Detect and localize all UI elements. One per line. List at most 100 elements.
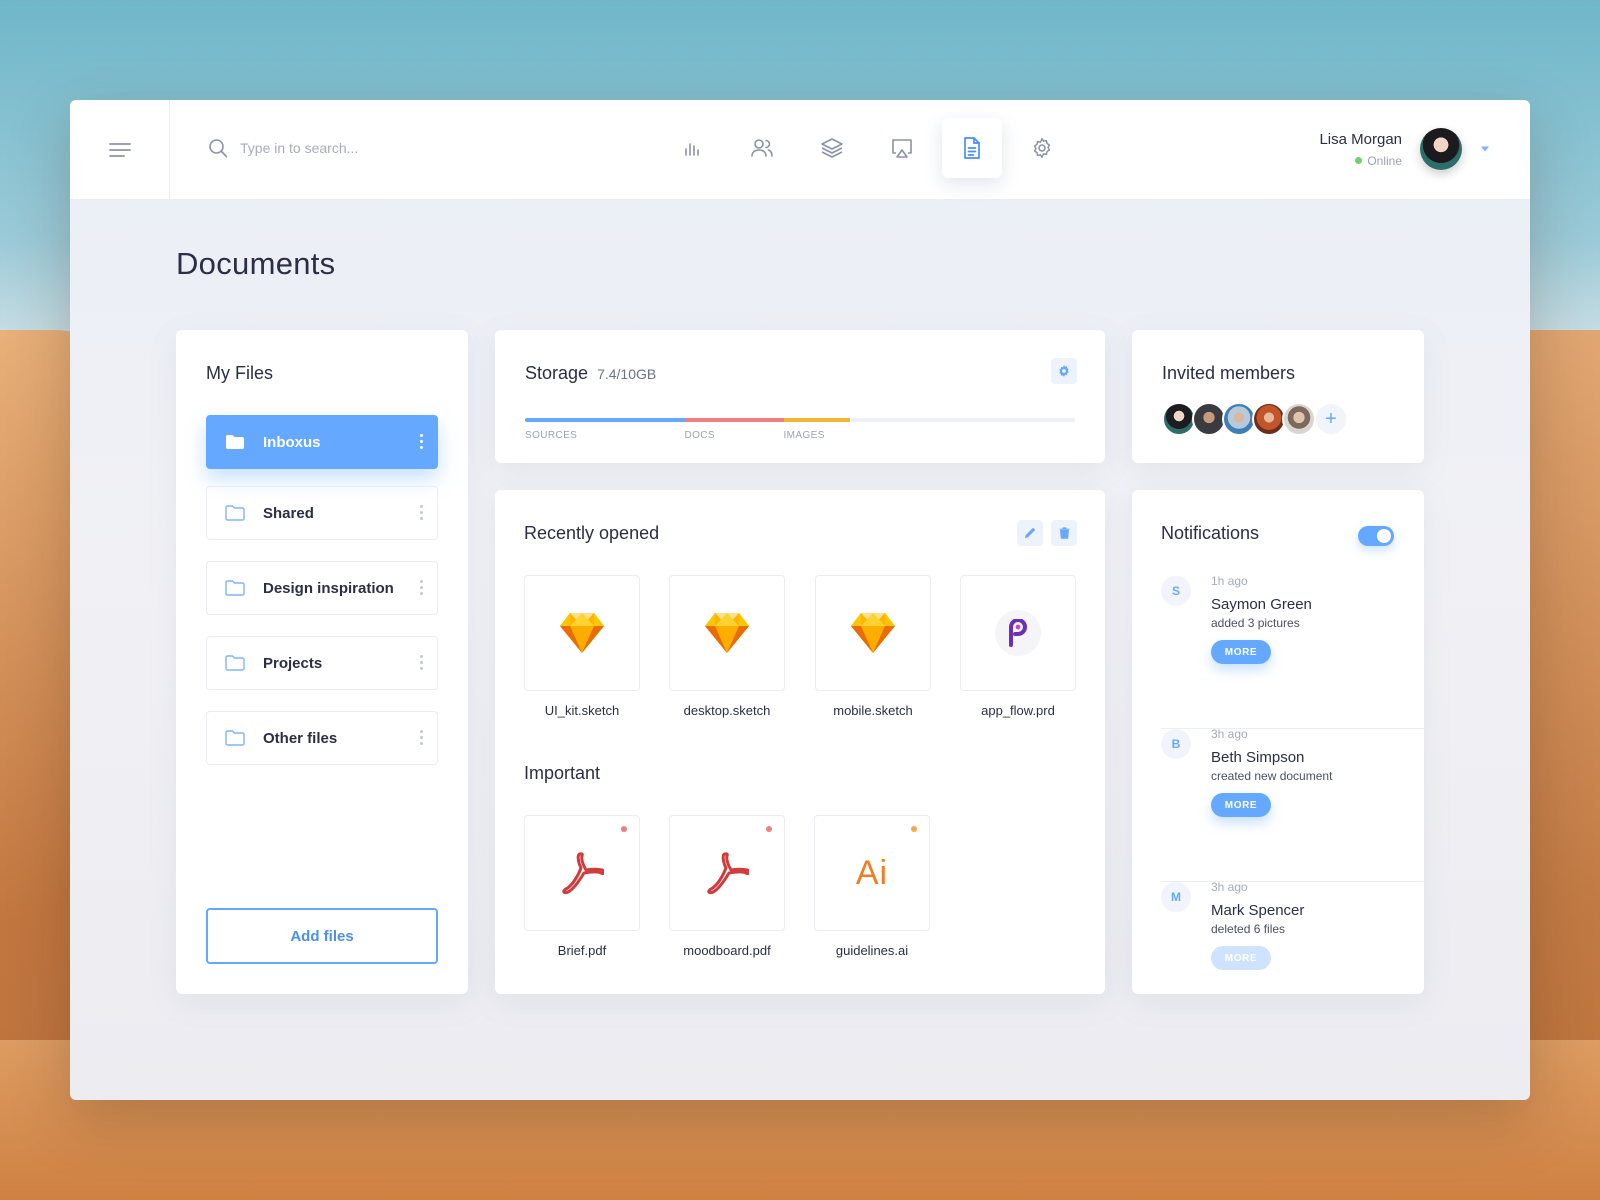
storage-title: Storage 7.4/10GB <box>525 363 656 384</box>
storage-segment-label: SOURCES <box>525 430 578 441</box>
storage-legend: SOURCES DOCS IMAGES <box>525 430 1075 444</box>
more-options-icon[interactable] <box>420 434 423 449</box>
nav-users[interactable] <box>732 118 792 178</box>
important-marker <box>766 826 772 832</box>
notification-avatar: M <box>1161 882 1191 912</box>
menu-button[interactable] <box>70 100 170 200</box>
hamburger-icon <box>108 143 131 157</box>
member-avatar[interactable] <box>1222 402 1256 436</box>
folder-item-inboxus[interactable]: Inboxus <box>206 415 438 469</box>
folder-label: Projects <box>263 654 323 672</box>
storage-segment-images <box>783 418 850 422</box>
file-name: moodboard.pdf <box>683 943 771 958</box>
sketch-icon <box>560 613 604 653</box>
folder-item-shared[interactable]: Shared <box>206 486 438 540</box>
file-name: UI_kit.sketch <box>544 703 620 718</box>
notification-time: 3h ago <box>1211 880 1248 894</box>
notification-user: Beth Simpson <box>1211 749 1305 766</box>
invited-members-card: Invited members + <box>1132 330 1424 463</box>
nav-settings[interactable] <box>1012 118 1072 178</box>
notification-time: 1h ago <box>1211 574 1248 588</box>
folder-item-design-inspiration[interactable]: Design inspiration <box>206 561 438 615</box>
notifications-title: Notifications <box>1161 523 1260 543</box>
more-options-icon[interactable] <box>420 655 423 670</box>
file-thumbnail <box>669 575 785 691</box>
file-tile[interactable]: Brief.pdf <box>524 815 640 958</box>
chevron-down-icon[interactable] <box>1480 145 1490 153</box>
folder-item-projects[interactable]: Projects <box>206 636 438 690</box>
more-button[interactable]: MORE <box>1211 793 1271 817</box>
delete-button[interactable] <box>1051 520 1077 546</box>
user-menu[interactable]: Lisa Morgan Online <box>1319 128 1490 170</box>
member-avatar[interactable] <box>1282 402 1316 436</box>
file-tile[interactable]: UI_kit.sketch <box>524 575 640 718</box>
member-avatar[interactable] <box>1192 402 1226 436</box>
add-member-button[interactable]: + <box>1314 402 1348 436</box>
folder-item-other-files[interactable]: Other files <box>206 711 438 765</box>
airplay-icon <box>892 139 912 158</box>
nav-airplay[interactable] <box>872 118 932 178</box>
file-thumbnail: Ai <box>814 815 930 931</box>
nav-stats[interactable] <box>662 118 722 178</box>
document-icon <box>964 137 980 159</box>
main-nav <box>662 118 1072 178</box>
files-card: Recently opened UI_kit.sketch desktop.sk… <box>495 490 1105 994</box>
more-button[interactable]: MORE <box>1211 640 1271 664</box>
folder-label: Other files <box>263 729 338 747</box>
file-name: Brief.pdf <box>557 943 607 958</box>
storage-usage-bar <box>525 418 1075 422</box>
file-thumbnail <box>524 575 640 691</box>
folder-icon <box>225 580 245 596</box>
app-window: Lisa Morgan Online Documents My Files In… <box>70 100 1530 1100</box>
nav-layers[interactable] <box>802 118 862 178</box>
edit-button[interactable] <box>1017 520 1043 546</box>
my-files-title: My Files <box>206 363 273 383</box>
notification-action: deleted 6 files <box>1211 922 1286 936</box>
file-tile[interactable]: mobile.sketch <box>815 575 931 718</box>
nav-documents[interactable] <box>942 118 1002 178</box>
folder-icon <box>225 505 245 521</box>
more-options-icon[interactable] <box>420 505 423 520</box>
more-button[interactable]: MORE <box>1211 946 1271 970</box>
search-icon[interactable] <box>208 138 228 158</box>
folder-icon <box>225 655 245 671</box>
file-tile[interactable]: Ai guidelines.ai <box>814 815 930 958</box>
member-avatars: + <box>1162 402 1348 436</box>
important-title: Important <box>524 763 601 783</box>
member-avatar[interactable] <box>1252 402 1286 436</box>
sketch-icon <box>705 613 749 653</box>
storage-card: Storage 7.4/10GB SOURCES DOCS IMAGES <box>495 330 1105 463</box>
user-info: Lisa Morgan Online <box>1319 131 1402 168</box>
more-options-icon[interactable] <box>420 580 423 595</box>
bar-chart-icon <box>685 143 699 156</box>
file-name: mobile.sketch <box>833 703 913 718</box>
user-status: Online <box>1319 154 1402 168</box>
search-input[interactable] <box>240 140 500 156</box>
storage-label: Storage <box>525 363 589 383</box>
file-tile[interactable]: app_flow.prd <box>960 575 1076 718</box>
notification-item: S 1h ago Saymon Green added 3 pictures M… <box>1161 574 1424 729</box>
file-tile[interactable]: moodboard.pdf <box>669 815 785 958</box>
page-title: Documents <box>176 246 336 281</box>
folder-label: Design inspiration <box>263 579 394 597</box>
notification-avatar: S <box>1161 576 1191 606</box>
recently-opened-title: Recently opened <box>524 523 660 543</box>
top-bar: Lisa Morgan Online <box>70 100 1530 200</box>
member-avatar[interactable] <box>1162 402 1196 436</box>
storage-segment-sources <box>525 418 685 422</box>
file-thumbnail <box>669 815 785 931</box>
notification-time: 3h ago <box>1211 727 1248 741</box>
pdf-icon <box>562 852 604 895</box>
add-files-button[interactable]: Add files <box>206 908 438 964</box>
folder-label: Inboxus <box>263 433 321 451</box>
storage-segment-docs <box>684 418 784 422</box>
avatar[interactable] <box>1420 128 1462 170</box>
storage-settings-button[interactable] <box>1051 358 1077 384</box>
notification-action: created new document <box>1211 769 1333 783</box>
gear-icon <box>1059 365 1069 377</box>
more-options-icon[interactable] <box>420 730 423 745</box>
notifications-toggle[interactable] <box>1358 526 1394 546</box>
trash-icon <box>1059 527 1069 539</box>
user-name: Lisa Morgan <box>1319 130 1402 148</box>
file-tile[interactable]: desktop.sketch <box>669 575 785 718</box>
